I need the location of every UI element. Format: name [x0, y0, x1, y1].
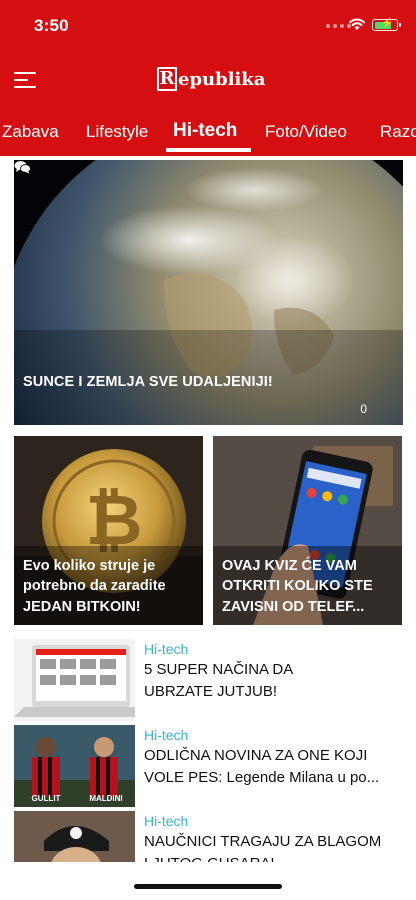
hamburger-menu-icon[interactable]	[14, 70, 38, 90]
article-card-quiz[interactable]: OVAJ KVIZ ĆE VAM OTKRITI KOLIKO STE ZAVI…	[213, 436, 402, 625]
battery-icon: ⚡	[372, 18, 401, 31]
charging-bolt-icon: ⚡	[381, 18, 394, 29]
tab-foto-video[interactable]: Foto/Video	[265, 122, 347, 142]
article-title: ODLIČNA NOVINA ZA ONE KOJI VOLE PES: Leg…	[144, 747, 380, 786]
card-title: Evo koliko struje je potrebno da zaradit…	[23, 557, 166, 615]
status-time: 3:50	[34, 16, 69, 35]
laptop-thumbnail	[14, 639, 135, 721]
pirate-thumbnail	[14, 811, 135, 862]
home-indicator[interactable]	[134, 884, 282, 889]
status-bar: 3:50 ⚡	[0, 0, 416, 52]
tab-lifestyle[interactable]: Lifestyle	[86, 122, 148, 142]
hero-title: SUNCE I ZEMLJA SVE UDALJENIJI!	[23, 374, 273, 390]
article-card-bitcoin[interactable]: ₿ Evo koliko struje je potrebno da zarad…	[14, 436, 203, 625]
article-title: 5 SUPER NAČINA DA UBRZATE JUTJUB!	[144, 661, 294, 700]
logo-letter: R	[157, 67, 177, 91]
list-item-jutjub[interactable]: Hi-tech 5 SUPER NAČINA DA UBRZATE JUTJUB…	[14, 639, 403, 721]
logo-text: epublika	[178, 68, 266, 90]
tab-razonoda[interactable]: Razo	[380, 122, 416, 142]
list-item-pes[interactable]: GULLIT MALDINI Hi-tech ODLIČNA NOVINA ZA…	[14, 725, 403, 807]
thumb-label-maldini: MALDINI	[89, 794, 122, 803]
card-title: OVAJ KVIZ ĆE VAM OTKRITI KOLIKO STE ZAVI…	[222, 557, 373, 615]
app-header: R epublika	[0, 52, 416, 116]
tab-zabava[interactable]: Zabava	[2, 122, 59, 142]
comment-count: 0	[360, 402, 367, 416]
republika-logo[interactable]: R epublika	[157, 67, 266, 91]
article-title: NAUČNICI TRAGAJU ZA BLAGOM LJUTOG GUSARA…	[144, 833, 382, 862]
comments-icon[interactable]	[14, 160, 31, 174]
thumb-label-gullit: GULLIT	[32, 794, 61, 803]
article-category[interactable]: Hi-tech	[144, 727, 188, 743]
active-tab-indicator	[166, 148, 251, 152]
tab-hi-tech[interactable]: Hi-tech	[173, 120, 237, 142]
article-category[interactable]: Hi-tech	[144, 813, 188, 829]
milan-legends-thumbnail: GULLIT MALDINI	[14, 725, 135, 807]
article-category[interactable]: Hi-tech	[144, 641, 188, 657]
wifi-icon	[349, 18, 365, 30]
hero-article[interactable]: SUNCE I ZEMLJA SVE UDALJENIJI! 0	[14, 160, 403, 425]
list-item-gusar[interactable]: Hi-tech NAUČNICI TRAGAJU ZA BLAGOM LJUTO…	[14, 811, 403, 862]
